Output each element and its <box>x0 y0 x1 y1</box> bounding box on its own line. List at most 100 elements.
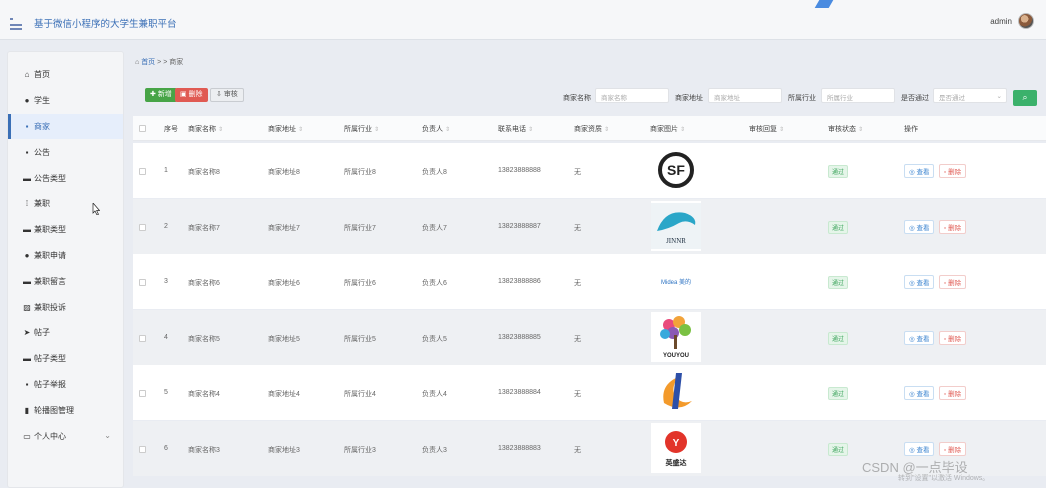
sort-icon[interactable]: ⇕ <box>604 127 609 133</box>
sort-icon[interactable]: ⇕ <box>680 127 685 133</box>
delete-row-button[interactable]: ▫ 删除 <box>939 386 967 400</box>
column-header[interactable]: 审核回复 ⇕ <box>749 124 784 134</box>
sidebar-item-label: 帖子 <box>34 328 50 338</box>
column-header[interactable]: 审核状态 ⇕ <box>828 124 863 134</box>
sort-icon[interactable]: ⇕ <box>445 127 450 133</box>
view-button[interactable]: ◎ 查看 <box>904 219 935 234</box>
sidebar-item[interactable]: ▪ 商家 <box>8 113 123 140</box>
sidebar-item[interactable]: ● 学生 <box>8 88 123 114</box>
cell-index: 6 <box>164 444 168 452</box>
column-header: 序号 <box>164 124 178 134</box>
cell-manager: 负责人6 <box>422 280 447 287</box>
delete-row-button[interactable]: ▫ 删除 <box>939 275 967 289</box>
row-checkbox[interactable] <box>139 390 146 397</box>
column-header[interactable]: 联系电话 ⇕ <box>498 124 533 134</box>
delete-button[interactable]: ▣ 删除 <box>175 88 208 102</box>
sidebar-item[interactable]: ▬ 帖子类型 <box>8 346 123 372</box>
breadcrumb-separator: > > <box>157 59 168 66</box>
delete-row-button[interactable]: ▫ 删除 <box>939 164 967 178</box>
sidebar-item[interactable]: ➤ 帖子 <box>8 320 123 346</box>
sf-express-logo: SF <box>658 152 694 188</box>
column-header-label: 操作 <box>904 126 918 133</box>
sort-icon[interactable]: ⇕ <box>374 127 379 133</box>
sidebar-item[interactable]: ▬ 公告类型 <box>8 165 123 191</box>
row-checkbox[interactable] <box>139 168 146 175</box>
grid-icon: ▪ <box>25 379 29 389</box>
table-row[interactable]: 1 商家名称8 商家地址8 所属行业8 负责人8 13823888888 无 SF 通过 ◎ 查看… <box>133 143 1046 198</box>
sort-icon[interactable]: ⇕ <box>528 127 533 133</box>
avatar[interactable] <box>1018 13 1034 29</box>
view-button[interactable]: ◎ 查看 <box>904 330 935 345</box>
industry-input[interactable]: 所属行业 <box>821 88 895 103</box>
cell-name: 商家名称4 <box>188 391 220 398</box>
row-checkbox[interactable] <box>139 223 146 231</box>
cell-qualification: 无 <box>574 335 581 343</box>
merchant-name-input[interactable]: 商家名称 <box>595 88 669 103</box>
select-all-checkbox[interactable] <box>139 125 146 132</box>
sidebar-item[interactable]: ▨ 兼职投诉 <box>8 294 123 320</box>
swirl-logo <box>663 373 692 409</box>
user-name[interactable]: admin <box>990 17 1012 26</box>
sort-icon[interactable]: ⇕ <box>298 127 303 133</box>
sidebar-item[interactable]: ⌂ 首页 <box>8 62 123 88</box>
merchant-address-input[interactable]: 商家地址 <box>708 88 782 103</box>
cell-phone: 13823888883 <box>498 444 541 452</box>
breadcrumb-home[interactable]: 首页 <box>141 59 155 66</box>
column-header[interactable]: 所属行业 ⇕ <box>344 124 379 134</box>
cell-qualification: 无 <box>574 280 581 287</box>
sidebar-item[interactable]: ▮ 轮播图管理 <box>8 397 123 423</box>
column-header[interactable]: 商家资质 ⇕ <box>574 124 609 134</box>
sidebar-item-label: 个人中心 <box>34 431 66 441</box>
sort-icon[interactable]: ⇕ <box>858 127 863 133</box>
windows-activation-text: 转到"设置"以激活 Windows。 <box>898 475 990 482</box>
sidebar-item[interactable]: ▪ 帖子举报 <box>8 372 123 398</box>
card-icon: ▬ <box>23 225 31 235</box>
sidebar-item[interactable]: ▬ 兼职留言 <box>8 268 123 294</box>
sidebar-item-label: 首页 <box>34 70 50 80</box>
view-button[interactable]: ◎ 查看 <box>904 164 935 178</box>
sidebar-item[interactable]: ▭ 个人中心 ⌄ <box>8 423 123 449</box>
sort-icon[interactable]: ⇕ <box>779 127 784 133</box>
sidebar-item[interactable]: ⁞ 兼职 <box>8 191 123 217</box>
column-header[interactable]: 商家名称 ⇕ <box>188 124 223 134</box>
table-row[interactable]: 4 商家名称5 商家地址5 所属行业5 负责人5 13823888885 无 YOUYOU 通过… <box>133 309 1046 365</box>
audit-button[interactable]: ⇩ 审核 <box>210 88 244 102</box>
merchant-image: Y 英盛达 <box>651 422 701 473</box>
column-header[interactable]: 商家图片 ⇕ <box>650 124 685 134</box>
row-checkbox[interactable] <box>139 445 146 453</box>
table-row[interactable]: 3 商家名称6 商家地址6 所属行业6 负责人6 13823888886 无 Midea 美的… <box>133 254 1046 309</box>
view-button[interactable]: ◎ 查看 <box>904 275 935 289</box>
table-row[interactable]: 2 商家名称7 商家地址7 所属行业7 负责人7 13823888887 无 JINNR 通过 ◎… <box>133 198 1046 254</box>
view-button[interactable]: ◎ 查看 <box>904 441 935 456</box>
table-row[interactable]: 5 商家名称4 商家地址4 所属行业4 负责人4 13823888884 无 通过 ◎ 查看 ▫ … <box>133 365 1046 420</box>
cell-industry: 所属行业3 <box>344 446 376 454</box>
add-button[interactable]: ✚ 新增 <box>145 88 177 102</box>
row-checkbox[interactable] <box>139 334 146 342</box>
search-button[interactable]: ⌕ <box>1013 90 1037 106</box>
cell-phone: 13823888884 <box>498 389 541 396</box>
svg-text:英盛达: 英盛达 <box>665 458 687 467</box>
column-header[interactable]: 负责人 ⇕ <box>422 124 450 134</box>
cell-phone: 13823888888 <box>498 167 541 174</box>
cell-industry: 所属行业6 <box>344 280 376 287</box>
merchant-image: Midea 美的 <box>651 256 701 306</box>
approved-select[interactable]: 是否通过 ⌄ <box>933 88 1007 103</box>
menu-toggle-icon[interactable] <box>10 15 22 30</box>
view-button[interactable]: ◎ 查看 <box>904 386 935 400</box>
card-icon: ▬ <box>23 173 31 183</box>
sidebar-item[interactable]: ▪ 公告 <box>8 139 123 165</box>
sort-icon[interactable]: ⇕ <box>218 127 223 133</box>
delete-row-button[interactable]: ▫ 删除 <box>939 330 967 345</box>
sidebar-item[interactable]: ▬ 兼职类型 <box>8 217 123 243</box>
row-checkbox[interactable] <box>139 279 146 286</box>
delete-row-button[interactable]: ▫ 删除 <box>939 441 967 456</box>
delete-row-button[interactable]: ▫ 删除 <box>939 219 967 234</box>
home-icon: ⌂ <box>24 70 30 80</box>
status-badge: 通过 <box>828 276 849 289</box>
cell-manager: 负责人3 <box>422 446 447 454</box>
column-header[interactable]: 商家地址 ⇕ <box>268 124 303 134</box>
dots-grid-icon: ⁞ <box>25 199 29 209</box>
sidebar-item[interactable]: ● 兼职申请 <box>8 243 123 269</box>
merchant-image: SF <box>651 145 701 195</box>
sidebar-item-label: 帖子类型 <box>34 354 66 364</box>
